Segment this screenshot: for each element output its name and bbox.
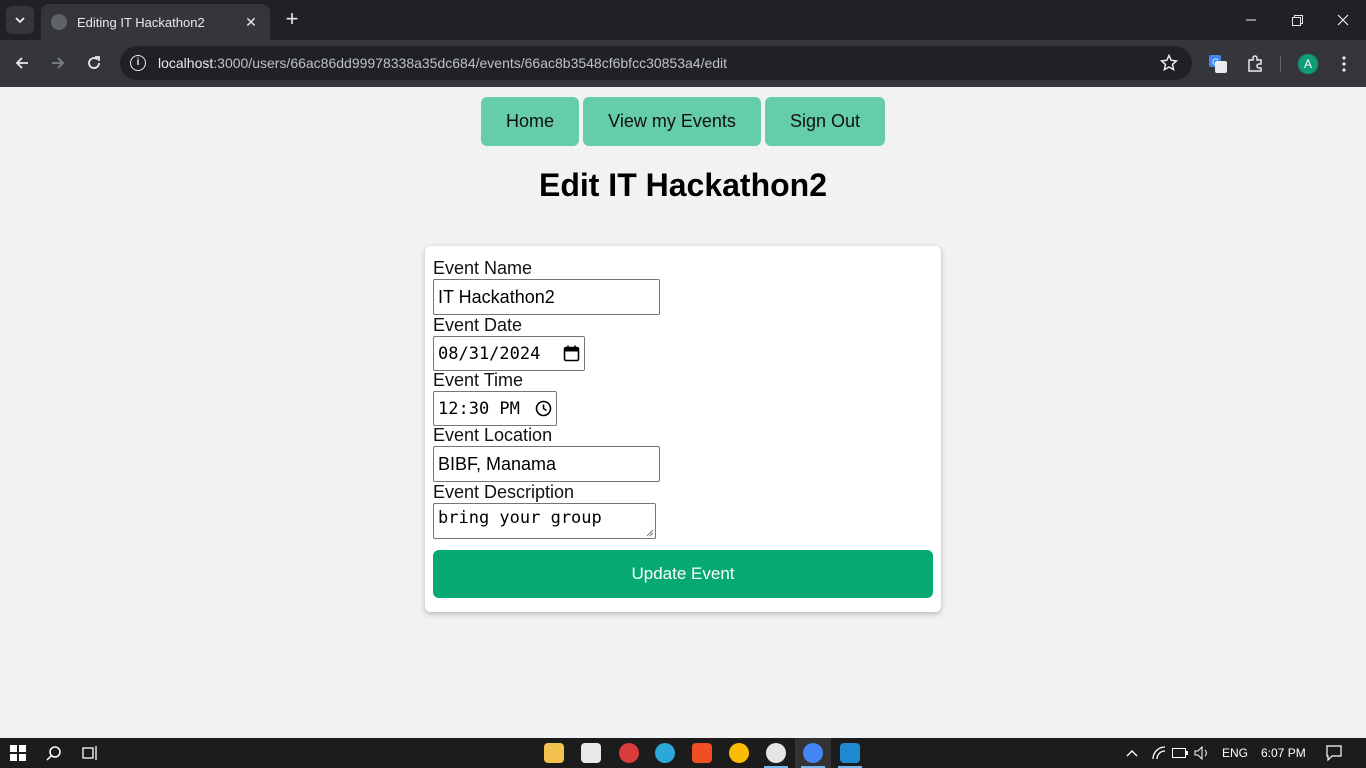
bookmark-star-icon[interactable] bbox=[1160, 54, 1178, 72]
extensions-button[interactable] bbox=[1241, 50, 1269, 78]
chrome-icon[interactable] bbox=[729, 743, 749, 763]
windows-taskbar: ENG 6:07 PM bbox=[0, 738, 1366, 768]
browser-tab[interactable]: Editing IT Hackathon2 ✕ bbox=[41, 4, 270, 40]
restore-button[interactable] bbox=[1274, 0, 1320, 40]
reload-button[interactable] bbox=[80, 49, 108, 77]
chevron-down-icon bbox=[15, 17, 25, 24]
event-description-value: bring your group bbox=[438, 508, 602, 528]
browser-tab-bar: Editing IT Hackathon2 ✕ + bbox=[0, 0, 1366, 40]
event-description-textarea[interactable]: bring your group bbox=[433, 503, 656, 539]
task-view-icon bbox=[82, 746, 97, 760]
event-time-label: Event Time bbox=[433, 370, 524, 390]
address-bar[interactable]: i localhost:3000/users/66ac86dd99978338a… bbox=[120, 46, 1192, 80]
puzzle-icon bbox=[1248, 55, 1262, 72]
volume-icon bbox=[1194, 746, 1207, 760]
event-description-label: Event Description bbox=[433, 482, 575, 502]
event-date-value: 08/31/2024 bbox=[438, 343, 541, 364]
notifications-button[interactable] bbox=[1322, 741, 1346, 765]
chat-bubble-icon bbox=[1326, 745, 1342, 761]
slack-icon[interactable] bbox=[766, 743, 786, 763]
avatar: A bbox=[1298, 54, 1318, 74]
close-icon[interactable]: ✕ bbox=[242, 14, 260, 31]
minimize-icon bbox=[1246, 19, 1256, 21]
battery-icon bbox=[1172, 748, 1188, 758]
brave-icon[interactable] bbox=[692, 743, 712, 763]
event-name-input[interactable]: IT Hackathon2 bbox=[433, 279, 660, 315]
url-text[interactable]: localhost:3000/users/66ac86dd99978338a35… bbox=[158, 55, 727, 71]
event-name-label: Event Name bbox=[433, 258, 533, 278]
task-view-button[interactable] bbox=[78, 741, 102, 765]
update-event-button[interactable]: Update Event bbox=[433, 550, 933, 598]
file-explorer-icon[interactable] bbox=[544, 743, 564, 763]
reload-icon bbox=[88, 56, 100, 69]
volume-button[interactable] bbox=[1190, 741, 1214, 765]
event-time-value: 12:30 PM bbox=[438, 398, 520, 419]
store-icon[interactable] bbox=[581, 743, 601, 763]
translate-extension-button[interactable]: G bbox=[1204, 50, 1232, 78]
more-vertical-icon bbox=[1342, 56, 1346, 72]
tab-title: Editing IT Hackathon2 bbox=[77, 14, 205, 30]
nav-sign-out-button[interactable]: Sign Out bbox=[765, 97, 885, 146]
taskbar-clock[interactable]: 6:07 PM bbox=[1261, 746, 1306, 760]
vscode-icon[interactable] bbox=[840, 743, 860, 763]
nav-home-button[interactable]: Home bbox=[481, 97, 579, 146]
language-indicator[interactable]: ENG bbox=[1222, 746, 1248, 760]
resize-handle-icon[interactable] bbox=[646, 529, 654, 537]
taskbar-search-button[interactable] bbox=[42, 741, 66, 765]
new-tab-button[interactable]: + bbox=[280, 8, 304, 32]
toolbar-divider bbox=[1280, 56, 1281, 72]
translate-icon: G bbox=[1209, 55, 1227, 73]
nav-view-events-button[interactable]: View my Events bbox=[583, 97, 761, 146]
svg-text:G: G bbox=[1212, 57, 1219, 67]
app-icon[interactable] bbox=[619, 743, 639, 763]
top-navigation: Home View my Events Sign Out bbox=[481, 97, 885, 146]
arrow-left-icon bbox=[15, 57, 28, 69]
url-host: localhost bbox=[158, 55, 214, 71]
battery-button[interactable] bbox=[1168, 741, 1192, 765]
event-date-label: Event Date bbox=[433, 315, 523, 335]
clock-icon[interactable] bbox=[535, 400, 552, 417]
event-time-input[interactable]: 12:30 PM bbox=[433, 391, 557, 426]
page-title: Edit IT Hackathon2 bbox=[538, 167, 828, 203]
close-window-button[interactable] bbox=[1320, 0, 1366, 40]
page-content: Home View my Events Sign Out Edit IT Hac… bbox=[0, 87, 1366, 738]
edit-event-form: Event Name IT Hackathon2 Event Date 08/3… bbox=[425, 246, 941, 612]
start-button[interactable] bbox=[6, 741, 30, 765]
close-icon bbox=[1337, 14, 1349, 26]
wifi-icon bbox=[1152, 746, 1166, 760]
arrow-right-icon bbox=[52, 57, 65, 69]
event-name-value: IT Hackathon2 bbox=[438, 286, 555, 307]
profile-button[interactable]: A bbox=[1294, 50, 1322, 78]
back-button[interactable] bbox=[8, 49, 36, 77]
event-location-value: BIBF, Manama bbox=[438, 453, 557, 474]
minimize-button[interactable] bbox=[1228, 0, 1274, 40]
event-location-label: Event Location bbox=[433, 425, 553, 445]
restore-icon bbox=[1291, 14, 1303, 26]
calendar-icon[interactable] bbox=[563, 345, 580, 362]
tray-overflow-button[interactable] bbox=[1120, 741, 1144, 765]
edge-icon[interactable] bbox=[655, 743, 675, 763]
event-date-input[interactable]: 08/31/2024 bbox=[433, 336, 585, 371]
site-info-icon[interactable]: i bbox=[130, 55, 146, 71]
forward-button[interactable] bbox=[44, 49, 72, 77]
event-location-input[interactable]: BIBF, Manama bbox=[433, 446, 660, 482]
globe-icon bbox=[51, 14, 67, 30]
chevron-up-icon bbox=[1126, 750, 1138, 757]
chrome-active-icon[interactable] bbox=[803, 743, 823, 763]
windows-logo-icon bbox=[10, 745, 26, 761]
search-icon bbox=[46, 746, 61, 761]
browser-menu-button[interactable] bbox=[1330, 50, 1358, 78]
tab-search-button[interactable] bbox=[6, 6, 34, 34]
browser-toolbar: i localhost:3000/users/66ac86dd99978338a… bbox=[0, 40, 1366, 87]
url-path: :3000/users/66ac86dd99978338a35dc684/eve… bbox=[213, 55, 728, 71]
